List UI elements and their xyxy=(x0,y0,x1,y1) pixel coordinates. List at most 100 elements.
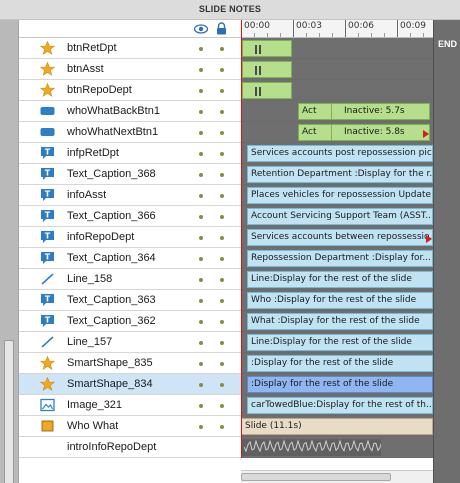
layer-row[interactable]: SmartShape_834 xyxy=(19,374,241,395)
layer-row[interactable]: introInfoRepoDept xyxy=(19,437,241,458)
caption-icon: T xyxy=(40,293,55,307)
visibility-toggle[interactable] xyxy=(199,110,203,114)
timeline-bar-object[interactable]: carTowedBlue:Display for the rest of th.… xyxy=(247,397,433,414)
lock-toggle[interactable] xyxy=(220,425,224,429)
playhead[interactable] xyxy=(241,20,242,458)
visibility-toggle[interactable] xyxy=(199,299,203,303)
visibility-toggle[interactable] xyxy=(199,152,203,156)
layer-row[interactable]: btnRetDpt xyxy=(19,38,241,59)
ruler-minor-tick xyxy=(371,33,372,37)
layer-row[interactable]: btnRepoDept xyxy=(19,80,241,101)
layer-name: Text_Caption_363 xyxy=(67,294,156,306)
lock-toggle[interactable] xyxy=(220,131,224,135)
timeline-bar-object[interactable]: Services accounts between repossessio... xyxy=(247,229,433,246)
visibility-toggle[interactable] xyxy=(199,215,203,219)
timeline-tracks[interactable]: Act Inactive: 5.7s Act Inactive: 5.8s Servic… xyxy=(241,38,433,458)
caption-icon: T xyxy=(40,314,55,328)
visibility-toggle[interactable] xyxy=(199,362,203,366)
layer-row[interactable]: T Text_Caption_368 xyxy=(19,164,241,185)
bar-label: :Display for the rest of the slide xyxy=(251,358,394,368)
timeline-bar-object[interactable]: Places vehicles for repossession Update.… xyxy=(247,187,433,204)
visibility-toggle[interactable] xyxy=(199,383,203,387)
visibility-toggle[interactable] xyxy=(199,257,203,261)
layer-row[interactable]: T Text_Caption_362 xyxy=(19,311,241,332)
visibility-toggle[interactable] xyxy=(199,425,203,429)
timeline-bar-object[interactable]: Line:Display for the rest of the slide xyxy=(247,334,433,351)
timeline-bar-button[interactable] xyxy=(242,61,292,78)
timeline-bar-button[interactable]: Act Inactive: 5.7s xyxy=(298,103,430,120)
horizontal-scrollbar[interactable] xyxy=(241,470,433,483)
lock-toggle[interactable] xyxy=(220,215,224,219)
visibility-toggle[interactable] xyxy=(199,320,203,324)
timeline-bar-object[interactable]: Repossession Department :Display for... xyxy=(247,250,433,267)
lock-toggle[interactable] xyxy=(220,110,224,114)
timeline-bar-object[interactable]: What :Display for the rest of the slide xyxy=(247,313,433,330)
layer-row[interactable]: T Text_Caption_363 xyxy=(19,290,241,311)
layer-row[interactable]: SmartShape_835 xyxy=(19,353,241,374)
timeline-bar-slide[interactable]: Slide (11.1s) xyxy=(241,418,433,435)
timeline-bar-button[interactable]: Act Inactive: 5.8s xyxy=(298,124,430,141)
lock-toggle[interactable] xyxy=(220,68,224,72)
lock-toggle[interactable] xyxy=(220,320,224,324)
visibility-toggle[interactable] xyxy=(199,194,203,198)
layer-name: Text_Caption_364 xyxy=(67,252,156,264)
layer-row[interactable]: T Text_Caption_366 xyxy=(19,206,241,227)
lock-toggle[interactable] xyxy=(220,341,224,345)
visibility-toggle[interactable] xyxy=(199,131,203,135)
layer-row[interactable]: whoWhatNextBtn1 xyxy=(19,122,241,143)
lock-toggle[interactable] xyxy=(220,278,224,282)
timeline-bar-object[interactable]: :Display for the rest of the slide xyxy=(247,376,433,393)
timeline-bar-object[interactable]: :Display for the rest of the slide xyxy=(247,355,433,372)
lock-toggle[interactable] xyxy=(220,299,224,303)
visibility-toggle[interactable] xyxy=(199,236,203,240)
timeline-bar-object[interactable]: Services accounts post repossession pic.… xyxy=(247,145,433,162)
eye-icon[interactable] xyxy=(194,23,208,35)
lock-toggle[interactable] xyxy=(220,152,224,156)
bar-label: Repossession Department :Display for... xyxy=(251,253,431,263)
lock-toggle[interactable] xyxy=(220,383,224,387)
lock-toggle[interactable] xyxy=(220,173,224,177)
lock-toggle[interactable] xyxy=(220,47,224,51)
visibility-toggle[interactable] xyxy=(199,68,203,72)
visibility-toggle[interactable] xyxy=(199,278,203,282)
layer-row[interactable]: Image_321 xyxy=(19,395,241,416)
layer-row[interactable]: Line_157 xyxy=(19,332,241,353)
layer-row[interactable]: TinfpRetDpt xyxy=(19,143,241,164)
horizontal-scrollbar-thumb[interactable] xyxy=(241,473,391,481)
layer-row[interactable]: TinfoAsst xyxy=(19,185,241,206)
visibility-toggle[interactable] xyxy=(199,47,203,51)
timeline-bar-object[interactable]: Retention Department :Display for the r.… xyxy=(247,166,433,183)
bar-label: Services accounts between repossessio... xyxy=(251,232,433,242)
visibility-toggle[interactable] xyxy=(199,89,203,93)
visibility-toggle[interactable] xyxy=(199,173,203,177)
timeline-track: Act Inactive: 5.8s xyxy=(241,122,433,143)
layer-row[interactable]: btnAsst xyxy=(19,59,241,80)
lock-toggle[interactable] xyxy=(220,362,224,366)
time-ruler[interactable]: 00:00 00:03 00:06 00:09 xyxy=(241,20,433,38)
timeline-bar-object[interactable]: Account Servicing Support Team (ASST... xyxy=(247,208,433,225)
visibility-toggle[interactable] xyxy=(199,341,203,345)
timeline-bar-audio[interactable] xyxy=(241,439,381,456)
layer-row[interactable]: TinfoRepoDept xyxy=(19,227,241,248)
timeline-bar-object[interactable]: Who :Display for the rest of the slide xyxy=(247,292,433,309)
layer-row[interactable]: whoWhatBackBtn1 xyxy=(19,101,241,122)
timeline-bar-button[interactable] xyxy=(242,40,292,57)
layer-row[interactable]: Line_158 xyxy=(19,269,241,290)
ruler-minor-tick xyxy=(358,33,359,37)
timeline-bar-button[interactable] xyxy=(242,82,292,99)
lock-icon[interactable] xyxy=(216,22,227,35)
lock-toggle[interactable] xyxy=(220,404,224,408)
visibility-toggle[interactable] xyxy=(199,404,203,408)
layer-list: btnRetDpt btnAsst btnRepoDept whoWhatBackBt… xyxy=(19,38,241,458)
lock-toggle[interactable] xyxy=(220,194,224,198)
lock-toggle[interactable] xyxy=(220,89,224,93)
lock-toggle[interactable] xyxy=(220,236,224,240)
caption-icon: T xyxy=(40,167,55,181)
vertical-scrollbar[interactable] xyxy=(0,20,19,483)
layer-row[interactable]: T Text_Caption_364 xyxy=(19,248,241,269)
svg-text:T: T xyxy=(45,253,51,262)
scrollbar-thumb[interactable] xyxy=(4,340,14,483)
layer-row[interactable]: Who What xyxy=(19,416,241,437)
lock-toggle[interactable] xyxy=(220,257,224,261)
timeline-bar-object[interactable]: Line:Display for the rest of the slide xyxy=(247,271,433,288)
